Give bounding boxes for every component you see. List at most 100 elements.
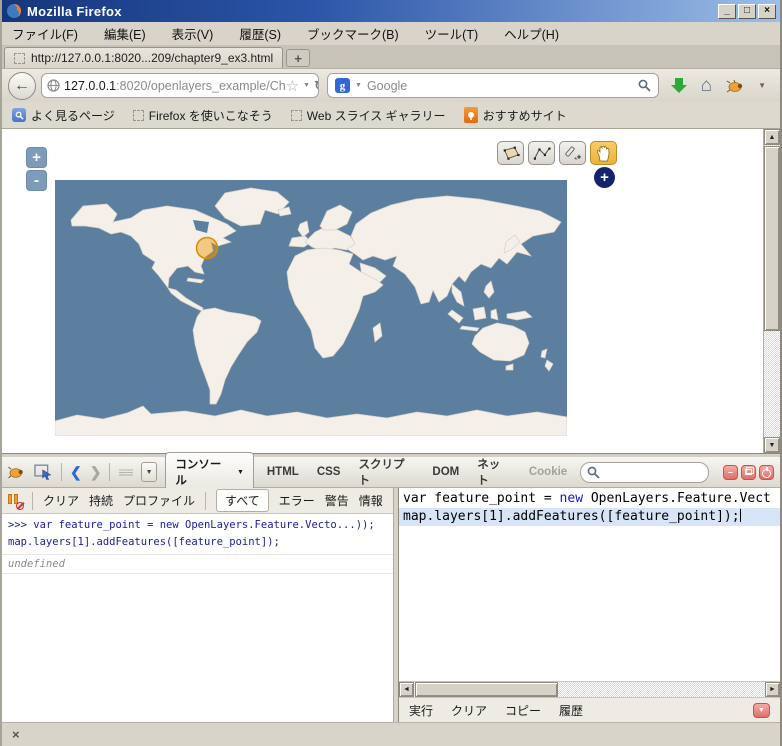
page-vertical-scrollbar[interactable]: ▲ ▼ xyxy=(763,129,780,453)
draw-line-button[interactable] xyxy=(528,141,555,165)
google-icon[interactable]: g xyxy=(335,78,350,93)
title-bar: Mozilla Firefox _ □ × xyxy=(2,0,780,22)
maximize-button[interactable]: □ xyxy=(738,4,756,19)
scrollbar-thumb[interactable] xyxy=(764,146,780,331)
scroll-up-icon[interactable]: ▲ xyxy=(764,129,780,145)
most-visited-icon xyxy=(12,108,26,122)
zoom-in-button[interactable]: + xyxy=(26,147,47,168)
downloads-icon[interactable] xyxy=(671,78,687,93)
search-box[interactable]: g ▼ Google xyxy=(327,73,659,98)
hscroll-thumb[interactable] xyxy=(415,682,558,697)
home-icon[interactable]: ⌂ xyxy=(701,76,712,95)
filter-errors-button[interactable]: エラー xyxy=(279,492,315,509)
bookmark-getting-started[interactable]: Firefox を使いこなそう xyxy=(133,107,273,124)
window-title: Mozilla Firefox xyxy=(27,4,122,19)
tab-html[interactable]: HTML xyxy=(262,466,304,478)
tab-console[interactable]: コンソール ▼ xyxy=(165,452,254,492)
navigation-bar: ← 127.0.0.1:8020/openlayers_example/Ch ☆… xyxy=(2,68,780,102)
text-caret xyxy=(740,509,741,522)
close-button[interactable]: × xyxy=(758,4,776,19)
copy-button[interactable]: コピー xyxy=(505,702,541,719)
active-tab[interactable]: http://127.0.0.1:8020...209/chapter9_ex3… xyxy=(4,47,283,68)
tab-script[interactable]: スクリプト xyxy=(353,456,419,488)
menu-bookmarks[interactable]: ブックマーク(B) xyxy=(307,24,399,43)
tab-css[interactable]: CSS xyxy=(312,466,346,478)
history-button[interactable]: 履歴 xyxy=(559,702,583,719)
feature-point-marker[interactable] xyxy=(197,238,218,259)
navigate-hand-button[interactable] xyxy=(590,141,617,165)
tab-dom[interactable]: DOM xyxy=(427,466,464,478)
break-on-errors-icon[interactable] xyxy=(8,494,22,508)
console-result-entry[interactable]: undefined xyxy=(2,555,393,574)
menu-history[interactable]: 履歴(S) xyxy=(239,24,281,43)
search-engine-dropdown-icon[interactable]: ▼ xyxy=(355,82,362,89)
overflow-dropdown-icon[interactable]: ▼ xyxy=(758,81,766,90)
firebug-search-input[interactable] xyxy=(580,462,709,483)
console-clear-button[interactable]: クリア xyxy=(43,492,79,509)
menu-bar: ファイル(F) 編集(E) 表示(V) 履歴(S) ブックマーク(B) ツール(… xyxy=(2,22,780,45)
world-map[interactable] xyxy=(55,180,567,436)
firebug-detach-button[interactable] xyxy=(741,465,756,480)
bookmark-star-icon[interactable]: ☆ xyxy=(286,77,299,95)
browser-window: Mozilla Firefox _ □ × ファイル(F) 編集(E) 表示(V… xyxy=(0,0,782,746)
search-icon xyxy=(587,466,600,479)
menu-file[interactable]: ファイル(F) xyxy=(12,24,78,43)
console-persist-button[interactable]: 持続 xyxy=(89,492,113,509)
firebug-toolbar-icon[interactable] xyxy=(726,79,744,93)
new-tab-button[interactable]: + xyxy=(286,49,310,67)
scroll-left-icon[interactable]: ◄ xyxy=(399,682,414,697)
inspect-icon[interactable] xyxy=(34,464,53,480)
bookmark-web-slice-gallery[interactable]: Web スライス ギャラリー xyxy=(291,107,446,124)
editor-collapse-button[interactable]: ▼ xyxy=(753,703,770,718)
console-command-entry[interactable]: >>> var feature_point = new OpenLayers.F… xyxy=(2,514,393,555)
firebug-panel: ❮ ❯ ≡≡ ▼ コンソール ▼ HTML CSS スクリプト DOM ネット … xyxy=(2,457,780,722)
layer-switcher-maximize-button[interactable]: + xyxy=(594,167,615,188)
firebug-options-dropdown[interactable]: ▼ xyxy=(141,462,158,482)
bookmark-favicon xyxy=(133,110,144,121)
reload-icon[interactable]: ↻ xyxy=(314,78,319,94)
firebug-toolbar: ❮ ❯ ≡≡ ▼ コンソール ▼ HTML CSS スクリプト DOM ネット … xyxy=(2,457,780,488)
tab-cookie[interactable]: Cookie xyxy=(524,466,572,478)
bookmark-suggested-sites[interactable]: おすすめサイト xyxy=(464,107,567,124)
console-panel: クリア 持続 プロファイル すべて エラー 警告 情報 >>> var feat… xyxy=(2,488,393,722)
scroll-right-icon[interactable]: ► xyxy=(765,682,780,697)
firebug-forward-icon[interactable]: ❯ xyxy=(90,464,102,481)
filter-all-button[interactable]: すべて xyxy=(216,489,269,512)
menu-view[interactable]: 表示(V) xyxy=(172,24,214,43)
command-editor[interactable]: var feature_point = new OpenLayers.Featu… xyxy=(399,488,780,681)
bookmarks-bar: よく見るページ Firefox を使いこなそう Web スライス ギャラリー お… xyxy=(2,102,780,129)
statusbar-close-icon[interactable]: × xyxy=(12,727,20,742)
firefox-icon xyxy=(6,3,22,19)
menu-tools[interactable]: ツール(T) xyxy=(425,24,478,43)
url-bar[interactable]: 127.0.0.1:8020/openlayers_example/Ch ☆ ▼… xyxy=(41,73,319,98)
console-profile-button[interactable]: プロファイル xyxy=(123,492,195,509)
menu-edit[interactable]: 編集(E) xyxy=(104,24,146,43)
clear-button[interactable]: クリア xyxy=(451,702,487,719)
zoom-out-button[interactable]: - xyxy=(26,170,47,191)
firebug-menu-icon[interactable] xyxy=(8,465,26,479)
firebug-minimize-button[interactable]: – xyxy=(723,465,738,480)
command-prompt: >>> xyxy=(8,519,33,531)
tab-net[interactable]: ネット xyxy=(472,456,516,488)
bookmark-favicon xyxy=(291,110,302,121)
minimize-button[interactable]: _ xyxy=(718,4,736,19)
menu-help[interactable]: ヘルプ(H) xyxy=(504,24,559,43)
url-dropdown-icon[interactable]: ▼ xyxy=(303,82,310,89)
back-button[interactable]: ← xyxy=(8,72,36,100)
draw-polygon-button[interactable] xyxy=(497,141,524,165)
bookmark-label: よく見るページ xyxy=(31,107,115,124)
filter-warnings-button[interactable]: 警告 xyxy=(325,492,349,509)
filter-info-button[interactable]: 情報 xyxy=(359,492,383,509)
editor-horizontal-scrollbar[interactable]: ◄ ► xyxy=(399,681,780,697)
bookmark-most-visited[interactable]: よく見るページ xyxy=(12,107,115,124)
firebug-close-button[interactable] xyxy=(759,465,774,480)
firebug-back-icon[interactable]: ❮ xyxy=(70,464,82,481)
openlayers-map[interactable]: + - xyxy=(2,129,763,453)
search-icon[interactable] xyxy=(638,79,651,92)
draw-point-button[interactable]: + xyxy=(559,141,586,165)
run-button[interactable]: 実行 xyxy=(409,702,433,719)
svg-text:+: + xyxy=(576,152,581,161)
status-bar: × xyxy=(2,722,780,746)
console-tab-label: コンソール xyxy=(175,456,231,488)
scroll-down-icon[interactable]: ▼ xyxy=(764,437,780,453)
